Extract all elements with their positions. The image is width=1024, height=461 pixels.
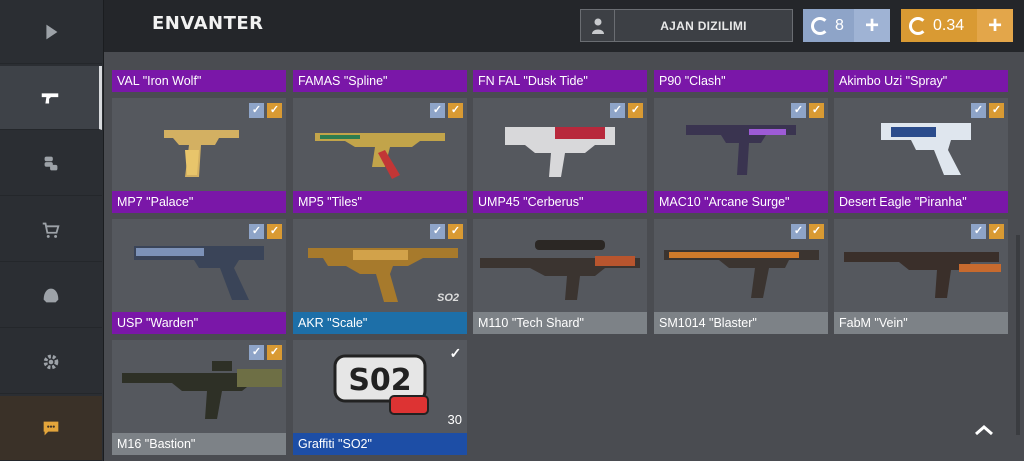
item-name: P90 "Clash" bbox=[659, 74, 726, 88]
equipped-check-icon: ✓ bbox=[809, 224, 824, 239]
chat-icon bbox=[43, 421, 59, 436]
pistol-icon bbox=[41, 92, 58, 103]
equipped-check-icon: ✓ bbox=[249, 224, 264, 239]
sidebar-item-settings[interactable] bbox=[0, 330, 102, 394]
equipped-check-icon: ✓ bbox=[430, 103, 445, 118]
equipped-check-icon: ✓ bbox=[971, 103, 986, 118]
item-name: MP7 "Palace" bbox=[112, 191, 286, 213]
item-name: M110 "Tech Shard" bbox=[473, 312, 647, 334]
equipped-check-icon: ✓ bbox=[989, 103, 1004, 118]
item-count: 30 bbox=[447, 412, 462, 427]
item-name: AKR "Scale" bbox=[293, 312, 467, 334]
item-name: SM1014 "Blaster" bbox=[654, 312, 828, 334]
inventory-item[interactable]: P90 "Clash" bbox=[654, 70, 828, 92]
chevron-up-icon bbox=[975, 425, 993, 436]
helmet-icon bbox=[43, 288, 59, 302]
inventory-item[interactable]: ✓ ✓ FabM "Vein" bbox=[834, 219, 1008, 334]
equipped-check-icon: ✓ bbox=[448, 224, 463, 239]
agent-layout-label: AJAN DIZILIMI bbox=[660, 18, 747, 33]
inventory-item[interactable]: S02 ✓ 30 Graffiti "SO2" bbox=[293, 340, 467, 455]
inventory-item[interactable]: ✓ ✓ MAC10 "Arcane Surge" bbox=[654, 98, 828, 213]
add-silver-button[interactable]: + bbox=[854, 9, 890, 42]
inventory-item[interactable]: ✓ ✓ MP7 "Palace" bbox=[112, 98, 286, 213]
inventory-item[interactable]: ✓ ✓ USP "Warden" bbox=[112, 219, 286, 334]
equipped-check-icon: ✓ bbox=[971, 224, 986, 239]
scrollbar[interactable] bbox=[1016, 235, 1020, 435]
equipped-check-icon: ✓ bbox=[430, 224, 445, 239]
svg-text:S02: S02 bbox=[348, 363, 411, 398]
add-gold-button[interactable]: + bbox=[977, 9, 1013, 42]
equipped-check-icon: ✓ bbox=[267, 224, 282, 239]
inventory-item[interactable]: ✓ ✓ M16 "Bastion" bbox=[112, 340, 286, 455]
equipped-check-icon: ✓ bbox=[249, 345, 264, 360]
item-name: VAL "Iron Wolf" bbox=[117, 74, 202, 88]
inventory-item[interactable]: Akimbo Uzi "Spray" bbox=[834, 70, 1008, 92]
gear-icon bbox=[43, 354, 59, 369]
equipped-check-icon: ✓ bbox=[267, 345, 282, 360]
inventory-item[interactable]: ✓ ✓ UMP45 "Cerberus" bbox=[473, 98, 647, 213]
play-icon bbox=[46, 24, 58, 39]
equipped-check-icon: ✓ bbox=[791, 103, 806, 118]
equipped-check-icon: ✓ bbox=[267, 103, 282, 118]
equipped-check-icon: ✓ bbox=[989, 224, 1004, 239]
sidebar-item-clan[interactable] bbox=[0, 264, 102, 328]
item-name: Graffiti "SO2" bbox=[293, 433, 467, 455]
item-name: M16 "Bastion" bbox=[112, 433, 286, 455]
agent-icon bbox=[581, 10, 615, 41]
item-name: MP5 "Tiles" bbox=[293, 191, 467, 213]
scroll-up-button[interactable] bbox=[970, 420, 998, 440]
cart-icon bbox=[42, 222, 60, 238]
item-name: Desert Eagle "Piranha" bbox=[834, 191, 1008, 213]
silver-amount: 8 bbox=[835, 16, 844, 34]
gold-amount: 0.34 bbox=[933, 16, 965, 34]
item-name: UMP45 "Cerberus" bbox=[473, 191, 647, 213]
sidebar bbox=[0, 0, 104, 461]
item-name: MAC10 "Arcane Surge" bbox=[654, 191, 828, 213]
sidebar-item-shop[interactable] bbox=[0, 198, 102, 262]
item-name: FAMAS "Spline" bbox=[298, 74, 388, 88]
equipped-check-icon: ✓ bbox=[249, 103, 264, 118]
inventory-item[interactable]: ✓ ✓ MP5 "Tiles" bbox=[293, 98, 467, 213]
page-title: ENVANTER bbox=[152, 13, 264, 34]
item-name: Akimbo Uzi "Spray" bbox=[839, 74, 948, 88]
inventory-item[interactable]: FAMAS "Spline" bbox=[293, 70, 467, 92]
item-name: FabM "Vein" bbox=[834, 312, 1008, 334]
weapon-sniper-icon bbox=[473, 219, 647, 312]
sidebar-item-play[interactable] bbox=[0, 0, 102, 64]
graffiti-icon: S02 bbox=[293, 340, 467, 433]
equipped-check-icon: ✓ bbox=[610, 103, 625, 118]
inventory-item[interactable]: ✓ ✓ Desert Eagle "Piranha" bbox=[834, 98, 1008, 213]
inventory-grid: VAL "Iron Wolf" FAMAS "Spline" FN FAL "D… bbox=[104, 52, 1024, 461]
item-name: FN FAL "Dusk Tide" bbox=[478, 74, 588, 88]
s02-logo: SO2 bbox=[436, 292, 459, 304]
coins-icon bbox=[44, 156, 58, 170]
equipped-check-icon: ✓ bbox=[449, 344, 462, 361]
inventory-item[interactable]: ✓ ✓ SO2 AKR "Scale" bbox=[293, 219, 467, 334]
inventory-item[interactable]: M110 "Tech Shard" bbox=[473, 219, 647, 334]
sidebar-item-inventory[interactable] bbox=[0, 66, 102, 130]
gold-currency: 0.34 + bbox=[901, 9, 1013, 42]
equipped-check-icon: ✓ bbox=[791, 224, 806, 239]
header: ENVANTER AJAN DIZILIMI 8 + 0.34 + bbox=[104, 0, 1024, 52]
silver-coin-icon bbox=[811, 16, 829, 35]
silver-currency: 8 + bbox=[803, 9, 890, 42]
gold-coin-icon bbox=[909, 16, 927, 35]
item-name: USP "Warden" bbox=[112, 312, 286, 334]
equipped-check-icon: ✓ bbox=[448, 103, 463, 118]
inventory-item[interactable]: FN FAL "Dusk Tide" bbox=[473, 70, 647, 92]
sidebar-item-coins[interactable] bbox=[0, 132, 102, 196]
agent-layout-button[interactable]: AJAN DIZILIMI bbox=[580, 9, 793, 42]
inventory-item[interactable]: VAL "Iron Wolf" bbox=[112, 70, 286, 92]
equipped-check-icon: ✓ bbox=[809, 103, 824, 118]
equipped-check-icon: ✓ bbox=[628, 103, 643, 118]
sidebar-item-chat[interactable] bbox=[0, 396, 102, 461]
inventory-item[interactable]: ✓ ✓ SM1014 "Blaster" bbox=[654, 219, 828, 334]
